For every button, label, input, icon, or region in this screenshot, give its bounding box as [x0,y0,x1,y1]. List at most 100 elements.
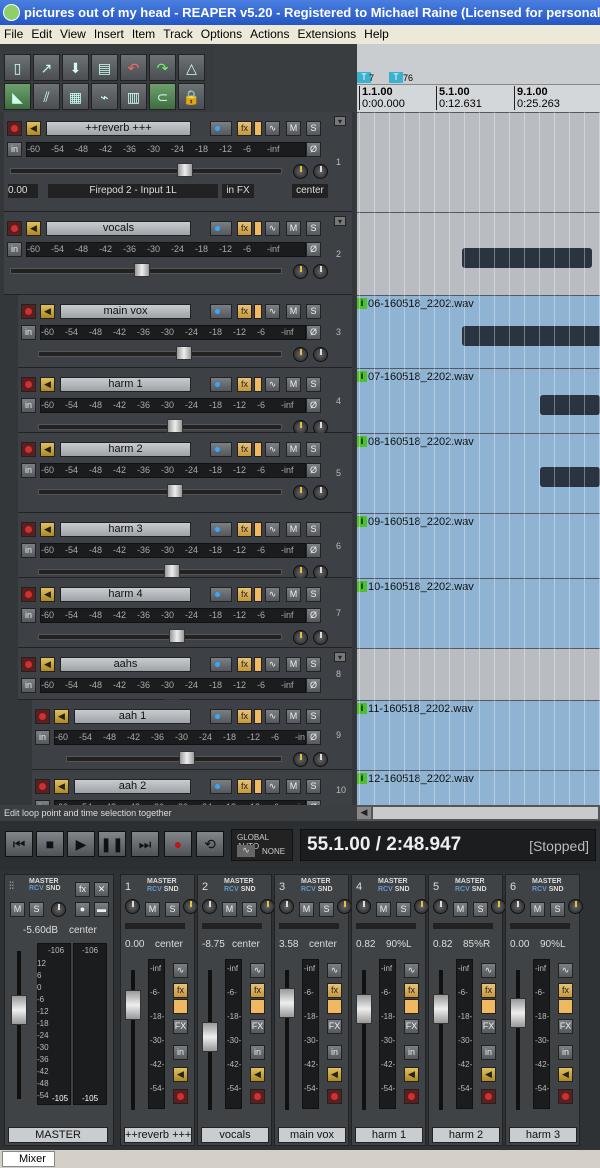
media-item-name[interactable]: 09-160518_2202.wav [368,516,474,528]
mute-button[interactable]: M [286,522,301,537]
width-knob[interactable] [313,264,328,279]
width-knob[interactable] [313,164,328,179]
strip-fader[interactable] [356,994,372,1024]
record-button[interactable]: ● [164,831,192,857]
volume-fader[interactable] [38,564,282,578]
record-arm-button[interactable] [35,709,50,724]
menu-view[interactable]: View [56,25,90,41]
phase-invert-button[interactable]: Ø [306,325,321,340]
io-button[interactable] [210,121,232,136]
routing-icon[interactable]: ⫶⫶ [9,881,14,892]
mute-button[interactable]: M [286,442,301,457]
master-mute-button[interactable]: M [10,902,25,917]
record-arm-button[interactable] [21,377,36,392]
track-name[interactable]: main vox [60,304,191,319]
fx-bypass[interactable] [254,657,262,672]
speaker-icon[interactable]: ◀ [40,442,55,457]
fx-button[interactable]: fx [237,121,252,136]
stop-button[interactable]: ■ [36,831,64,857]
io-button[interactable] [210,587,232,602]
input-monitor-button[interactable]: in [21,463,36,478]
mute-button[interactable]: M [286,587,301,602]
record-arm-button[interactable] [7,121,22,136]
envelope-icon[interactable]: ∿ [558,963,573,978]
media-item-name[interactable]: 07-160518_2202.wav [368,371,474,383]
strip-fader-track[interactable] [202,970,218,1110]
record-arm-button[interactable] [21,522,36,537]
pan-knob[interactable] [293,264,308,279]
mixer-tab[interactable]: Mixer [2,1151,55,1167]
volume-knob[interactable] [179,751,195,765]
track-name[interactable]: harm 3 [60,522,191,537]
fx-button[interactable]: fx [250,983,265,998]
input-monitor-button[interactable]: in [558,1045,573,1060]
record-input[interactable]: Firepod 2 - Input 1L [48,184,218,198]
phase-invert-button[interactable]: Ø [306,730,321,745]
speaker-icon[interactable]: ◀ [54,709,69,724]
track-name[interactable]: vocals [46,221,191,236]
speaker-icon[interactable]: ◀ [26,121,41,136]
width-knob[interactable] [260,899,275,914]
pan-knob[interactable] [293,347,308,362]
mute-button[interactable]: M [530,902,545,917]
folder-collapse-icon[interactable]: ▾ [334,652,346,662]
volume-fader[interactable] [10,263,282,277]
io-button[interactable] [210,377,232,392]
track-name[interactable]: aah 2 [74,779,191,794]
solo-button[interactable]: S [306,442,321,457]
go-to-end-button[interactable]: ⏭ [131,831,159,857]
solo-button[interactable]: S [319,902,334,917]
envelope-icon[interactable]: ∿ [327,963,342,978]
solo-button[interactable]: S [306,657,321,672]
fx-button[interactable]: fx [237,377,252,392]
project-settings-icon[interactable]: ▤ [91,54,118,81]
save-project-icon[interactable]: ⬇ [62,54,89,81]
phase-invert-button[interactable]: Ø [306,242,321,257]
solo-button[interactable]: S [473,902,488,917]
envelope-icon[interactable]: ∿ [404,963,419,978]
pan-knob[interactable] [510,899,525,914]
strip-fader[interactable] [279,988,295,1018]
in-fx-button[interactable]: in FX [222,184,254,198]
media-item-name[interactable]: 11-160518_2202.wav [368,703,473,715]
fx-bypass[interactable] [254,779,262,794]
mute-button[interactable]: M [145,902,160,917]
track-name[interactable]: aah 1 [74,709,191,724]
io-button[interactable] [210,304,232,319]
record-arm-button[interactable] [173,1089,188,1104]
envelope-icon[interactable]: ∿ [265,377,280,392]
speaker-icon[interactable]: ◀ [404,1067,419,1082]
record-arm-button[interactable] [558,1089,573,1104]
strip-fader[interactable] [510,998,526,1028]
solo-button[interactable]: S [242,902,257,917]
input-monitor-button[interactable]: in [21,678,36,693]
fx-bypass[interactable] [404,999,419,1014]
fx-button[interactable]: fx [237,221,252,236]
mute-button[interactable]: M [453,902,468,917]
master-mono-button[interactable]: ● [75,902,90,917]
volume-fader[interactable] [38,346,282,360]
record-arm-button[interactable] [21,587,36,602]
send-slider[interactable] [433,923,493,929]
master-solo-button[interactable]: S [29,902,44,917]
strip-fader-track[interactable] [125,970,141,1110]
pan-knob[interactable] [293,630,308,645]
scroll-left-icon[interactable]: ◀ [357,807,371,819]
mute-button[interactable]: M [286,121,301,136]
envelope-icon[interactable]: ∿ [265,121,280,136]
open-project-icon[interactable]: ↗ [33,54,60,81]
volume-fader[interactable] [66,751,282,765]
repeat-button[interactable]: ⟲ [196,831,224,857]
fx-button[interactable]: fx [237,709,252,724]
track-name[interactable]: harm 1 [60,377,191,392]
phase-invert-button[interactable]: Ø [306,678,321,693]
volume-knob[interactable] [167,484,183,498]
solo-button[interactable]: S [306,221,321,236]
strip-fader-track[interactable] [356,970,372,1110]
send-slider[interactable] [510,923,570,929]
timeline-ruler[interactable]: T 7 T 76 1.1.00 0:00.000 5.1.00 0:12.631 9… [357,44,600,112]
solo-button[interactable]: S [306,377,321,392]
fx-button[interactable]: fx [237,442,252,457]
width-knob[interactable] [568,899,583,914]
master-fader[interactable] [11,995,27,1025]
